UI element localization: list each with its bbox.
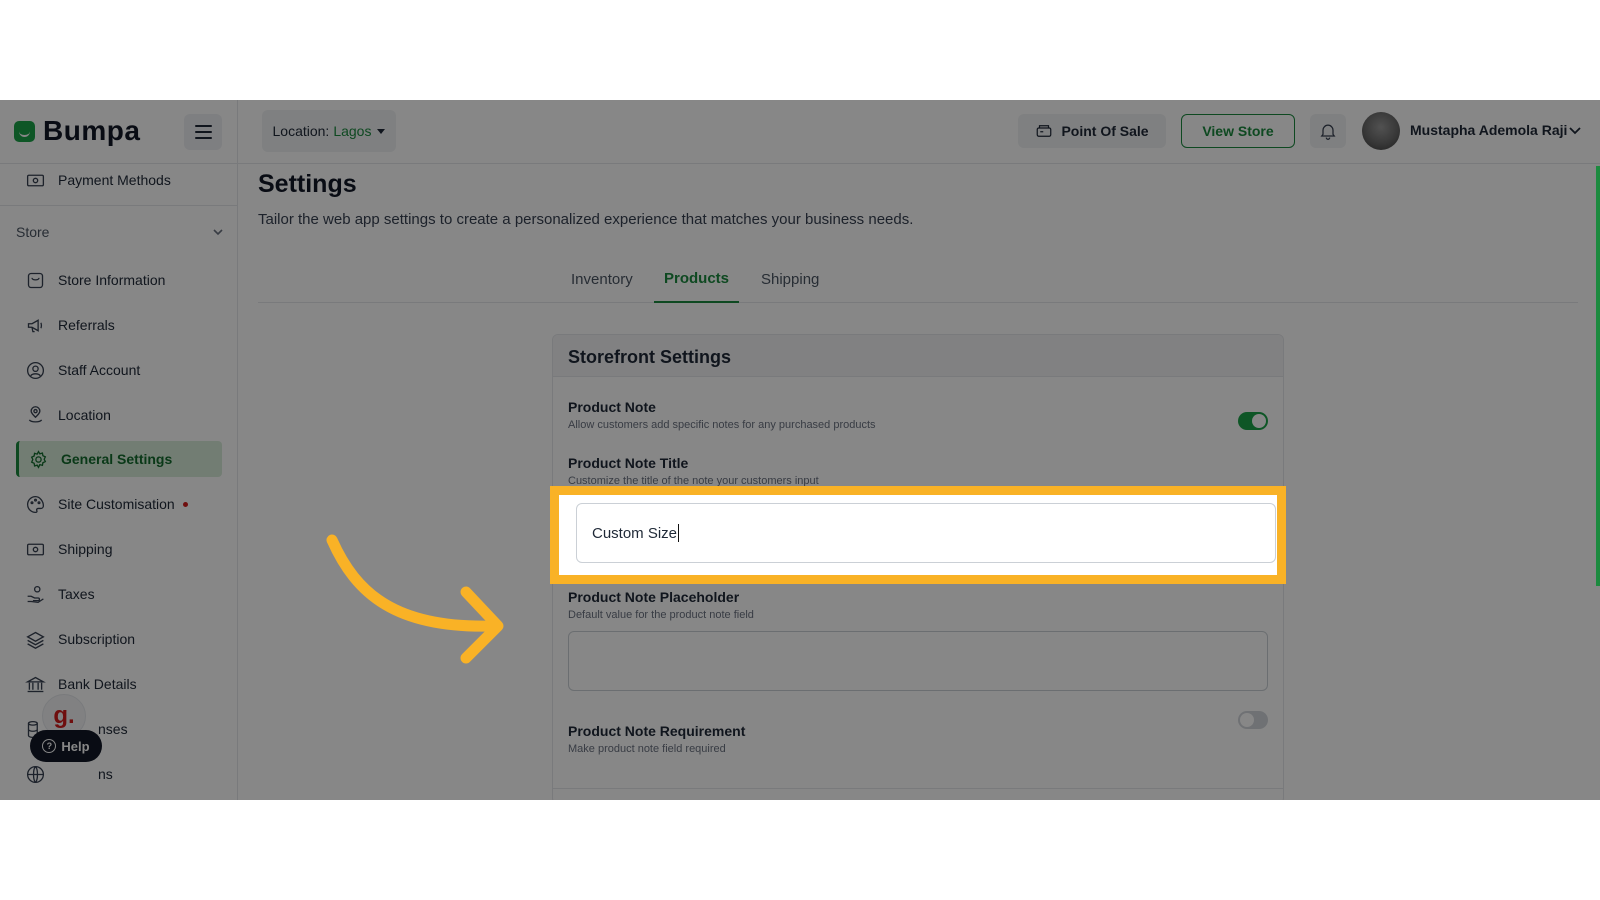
question-icon: ? — [42, 739, 57, 753]
chevron-down-icon — [213, 229, 223, 236]
product-note-requirement-label: Product Note Requirement — [568, 723, 746, 739]
sidebar-item-general-settings[interactable]: General Settings — [16, 441, 222, 477]
product-note-placeholder-help: Default value for the product note field — [568, 609, 754, 621]
money-icon — [24, 169, 46, 191]
user-circle-icon — [24, 359, 46, 381]
card-title: Storefront Settings — [568, 347, 732, 367]
pos-label: Point Of Sale — [1061, 123, 1149, 139]
bell-icon — [1320, 124, 1336, 140]
brand-name: Bumpa — [43, 115, 141, 146]
product-note-help: Allow customers add specific notes for a… — [568, 419, 876, 431]
sidebar-item-location[interactable]: Location — [16, 397, 222, 433]
badge-letter: g. — [53, 702, 75, 729]
sidebar-item-store-information[interactable]: Store Information — [16, 262, 222, 298]
sidebar-item-subscription[interactable]: Subscription — [16, 621, 222, 657]
sidebar-item-label: Shipping — [58, 541, 113, 557]
product-note-label: Product Note — [568, 399, 656, 415]
layers-icon — [24, 628, 46, 650]
help-button[interactable]: ? Help — [30, 730, 102, 762]
sidebar-item-taxes[interactable]: Taxes — [16, 576, 222, 612]
sidebar-item-shipping[interactable]: Shipping — [16, 531, 222, 567]
bank-icon — [24, 673, 46, 695]
product-note-requirement-help: Make product note field required — [568, 743, 726, 755]
sidebar-item-label: Payment Methods — [58, 172, 171, 188]
input-value: Custom Size — [592, 524, 678, 542]
section-divider — [0, 205, 238, 206]
palette-icon — [24, 493, 46, 515]
product-note-title-label: Product Note Title — [568, 455, 689, 471]
tutorial-arrow-icon — [326, 534, 504, 664]
settings-tabs: Inventory Products Shipping — [258, 255, 1578, 303]
register-icon — [1037, 125, 1052, 137]
card-divider — [553, 788, 1283, 789]
product-note-toggle[interactable] — [1238, 412, 1268, 430]
product-note-placeholder-label: Product Note Placeholder — [568, 589, 740, 605]
globe-icon — [24, 763, 46, 785]
hamburger-icon — [194, 125, 212, 127]
gear-icon — [27, 448, 49, 470]
location-selector[interactable]: Location: Lagos — [262, 110, 396, 152]
sidebar-item-label: Store Information — [58, 272, 166, 288]
megaphone-icon — [24, 314, 46, 336]
user-name[interactable]: Mustapha Ademola Raji — [1410, 122, 1567, 138]
sidebar-item-label: Subscription — [58, 631, 136, 647]
highlight-frame: Custom Size — [550, 486, 1286, 584]
sidebar-item-site-customisation[interactable]: Site Customisation — [16, 486, 222, 522]
sidebar: Bumpa Payment Methods Store Store Inform… — [0, 100, 238, 800]
sidebar-item-bank-details[interactable]: Bank Details — [16, 666, 222, 702]
hand-coins-icon — [24, 583, 46, 605]
chevron-down-icon[interactable] — [1568, 123, 1582, 137]
notification-dot — [182, 501, 188, 507]
help-label: Help — [61, 738, 90, 754]
product-note-title-input[interactable]: Custom Size — [576, 503, 1276, 563]
location-pin-icon — [24, 404, 46, 426]
product-note-placeholder-input[interactable] — [568, 631, 1268, 691]
top-header: Location: Lagos Point Of Sale View Store… — [238, 100, 1600, 164]
location-prefix: Location: — [272, 123, 330, 139]
tab-products[interactable]: Products — [654, 255, 740, 303]
sidebar-section-store[interactable]: Store — [16, 220, 224, 244]
sidebar-item-label: ns — [98, 766, 113, 782]
sidebar-item-label: Bank Details — [58, 676, 137, 692]
scrollbar-thumb[interactable] — [1596, 166, 1600, 586]
sidebar-item-label: Taxes — [58, 586, 95, 602]
view-store-button[interactable]: View Store — [1181, 114, 1295, 148]
sidebar-item-label: General Settings — [61, 451, 173, 467]
sidebar-item-label: Site Customisation — [58, 496, 175, 512]
location-value: Lagos — [333, 123, 372, 139]
tab-shipping[interactable]: Shipping — [751, 255, 829, 303]
bumpa-logo-icon — [14, 120, 35, 142]
store-icon — [24, 269, 46, 291]
sidebar-item-label: nses — [98, 721, 128, 737]
tab-inventory[interactable]: Inventory — [561, 255, 643, 303]
sidebar-item-referrals[interactable]: Referrals — [16, 307, 222, 343]
brand-logo[interactable]: Bumpa — [14, 114, 140, 148]
text-cursor — [678, 524, 680, 542]
product-note-requirement-toggle[interactable] — [1238, 711, 1268, 729]
avatar[interactable] — [1362, 112, 1400, 150]
sidebar-item-label: Referrals — [58, 317, 115, 333]
sidebar-item-staff-account[interactable]: Staff Account — [16, 352, 222, 388]
money-icon — [24, 538, 46, 560]
sidebar-item-label: Location — [58, 407, 111, 423]
section-label: Store — [16, 224, 50, 240]
menu-toggle-button[interactable] — [184, 114, 222, 150]
point-of-sale-button[interactable]: Point Of Sale — [1018, 114, 1166, 148]
card-header: Storefront Settings — [553, 335, 1283, 377]
sidebar-item-payment-methods[interactable]: Payment Methods — [16, 162, 222, 198]
app-window: Bumpa Payment Methods Store Store Inform… — [0, 100, 1600, 800]
notifications-button[interactable] — [1310, 114, 1346, 148]
sidebar-item-label: Staff Account — [58, 362, 141, 378]
caret-down-icon — [377, 128, 386, 134]
page-subtitle: Tailor the web app settings to create a … — [258, 211, 914, 228]
page-title: Settings — [258, 170, 357, 198]
